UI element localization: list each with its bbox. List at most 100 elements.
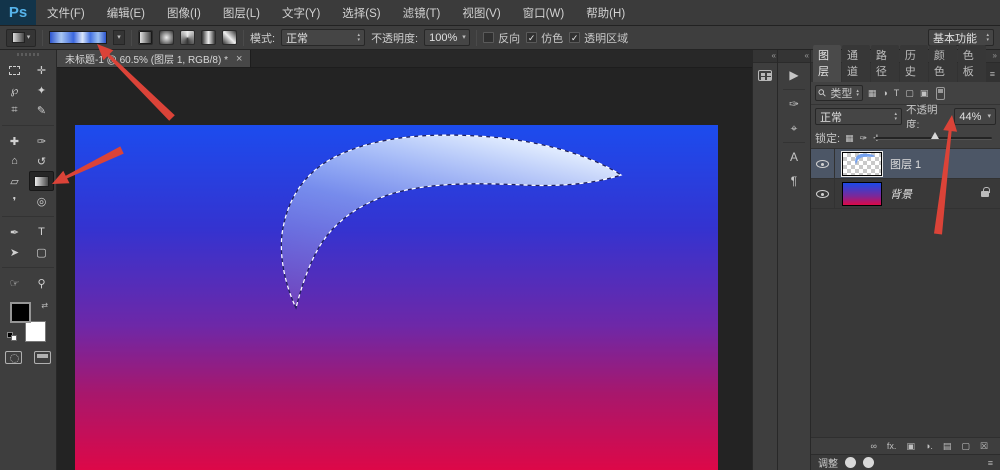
tab-color[interactable]: 颜色 bbox=[929, 45, 957, 82]
type-tool[interactable]: T bbox=[29, 222, 54, 242]
canvas[interactable] bbox=[75, 125, 718, 470]
menu-file[interactable]: 文件(F) bbox=[36, 0, 96, 25]
crop-tool[interactable]: ⌗ bbox=[2, 100, 27, 120]
reflected-gradient-button[interactable] bbox=[201, 30, 216, 45]
actions-panel-button[interactable]: ▶ bbox=[778, 63, 810, 87]
menu-filter[interactable]: 滤镜(T) bbox=[392, 0, 452, 25]
layer-row-background[interactable]: 背景 bbox=[811, 179, 1000, 209]
menu-help[interactable]: 帮助(H) bbox=[575, 0, 636, 25]
foreground-color-swatch[interactable] bbox=[10, 302, 31, 323]
mini-bridge-panel-button[interactable] bbox=[753, 63, 777, 87]
history-brush-tool[interactable]: ↺ bbox=[29, 151, 54, 171]
tab-swatches[interactable]: 色板 bbox=[958, 45, 986, 82]
brush-tool[interactable]: ✑ bbox=[29, 131, 54, 151]
delete-layer-icon[interactable]: ☒ bbox=[980, 441, 988, 452]
gradient-tool[interactable] bbox=[29, 171, 54, 191]
clone-source-panel-button[interactable]: ⌖ bbox=[778, 116, 810, 140]
filter-shape-layers-icon[interactable]: ▢ bbox=[905, 88, 914, 99]
character-icon: A bbox=[790, 150, 798, 164]
layer-thumbnail[interactable] bbox=[842, 182, 882, 206]
tab-channels[interactable]: 通道 bbox=[842, 45, 870, 82]
menu-window[interactable]: 窗口(W) bbox=[512, 0, 576, 25]
add-layer-mask-icon[interactable]: ▣ bbox=[906, 441, 915, 452]
filter-adjustment-layers-icon[interactable]: ◑ bbox=[882, 88, 887, 98]
layer-thumbnail[interactable] bbox=[842, 152, 882, 176]
new-group-icon[interactable]: ▤ bbox=[943, 441, 952, 452]
lock-transparent-pixels-icon[interactable]: ▦ bbox=[845, 133, 854, 144]
radial-gradient-button[interactable] bbox=[159, 30, 174, 45]
layer-name: 图层 1 bbox=[890, 156, 921, 172]
link-layers-icon[interactable]: ∞ bbox=[871, 441, 877, 451]
opacity-slider[interactable] bbox=[875, 137, 992, 140]
tool-preset-picker[interactable]: ▾ bbox=[6, 29, 36, 47]
quick-mask-button[interactable] bbox=[5, 351, 22, 364]
new-layer-icon[interactable]: ▢ bbox=[961, 441, 970, 452]
menu-select[interactable]: 选择(S) bbox=[331, 0, 391, 25]
hand-tool[interactable]: ☞ bbox=[2, 273, 27, 293]
visibility-cell[interactable] bbox=[811, 149, 835, 178]
move-tool[interactable]: ✛ bbox=[29, 60, 54, 80]
panel-menu-icon[interactable]: ≡ bbox=[988, 458, 993, 468]
rectangular-marquee-tool[interactable] bbox=[2, 60, 27, 80]
swap-colors-icon[interactable]: ⇄ bbox=[41, 301, 48, 310]
dodge-tool[interactable]: ◎ bbox=[29, 191, 54, 211]
blur-tool[interactable]: ❜ bbox=[2, 191, 27, 211]
opacity-slider-thumb[interactable] bbox=[931, 132, 939, 139]
tool-opacity-select[interactable]: 100% ▾ bbox=[424, 29, 470, 46]
close-icon[interactable]: × bbox=[236, 54, 242, 64]
eyedropper-tool[interactable]: ✎ bbox=[29, 100, 54, 120]
menu-type[interactable]: 文字(Y) bbox=[271, 0, 331, 25]
expand-dock-button[interactable]: « bbox=[753, 50, 777, 63]
layer-opacity-select[interactable]: 44% ▾ bbox=[954, 108, 996, 125]
layer-effects-icon[interactable]: fx. bbox=[887, 441, 897, 451]
adjustment-layer-icon[interactable]: ◑. bbox=[925, 441, 933, 451]
path-selection-tool[interactable]: ➤ bbox=[2, 242, 27, 262]
menu-view[interactable]: 视图(V) bbox=[451, 0, 511, 25]
shape-tool[interactable]: ▢ bbox=[29, 242, 54, 262]
lasso-tool[interactable]: ℘ bbox=[2, 80, 27, 100]
expand-dock-button[interactable]: « bbox=[778, 50, 810, 63]
menu-layer[interactable]: 图层(L) bbox=[212, 0, 271, 25]
angle-gradient-button[interactable] bbox=[180, 30, 195, 45]
reverse-checkbox[interactable]: 反向 bbox=[483, 30, 520, 46]
zoom-tool[interactable]: ⚲ bbox=[29, 273, 54, 293]
transparency-checkbox[interactable]: ✓ 透明区域 bbox=[569, 30, 628, 46]
brush-presets-panel-button[interactable]: ✑ bbox=[778, 92, 810, 116]
pen-tool[interactable]: ✒ bbox=[2, 222, 27, 242]
tab-layers[interactable]: 图层 bbox=[813, 45, 841, 82]
paragraph-panel-button[interactable]: ¶ bbox=[778, 169, 810, 193]
character-panel-button[interactable]: A bbox=[778, 145, 810, 169]
gradient-preview[interactable] bbox=[49, 31, 107, 44]
workspace-select[interactable]: 基本功能 ▴▾ bbox=[928, 29, 994, 46]
filter-pixel-layers-icon[interactable]: ▦ bbox=[868, 88, 877, 99]
document-tab[interactable]: 未标题-1 @ 60.5% (图层 1, RGB/8) * × bbox=[57, 50, 251, 67]
tab-paths[interactable]: 路径 bbox=[871, 45, 899, 82]
panel-grip[interactable] bbox=[17, 53, 39, 56]
tab-history[interactable]: 历史 bbox=[900, 45, 928, 82]
visibility-cell[interactable] bbox=[811, 179, 835, 208]
layer-row-layer1[interactable]: 图层 1 bbox=[811, 149, 1000, 179]
screen-mode-button[interactable] bbox=[34, 351, 51, 364]
panel-menu-icon[interactable]: ≡ bbox=[987, 69, 998, 82]
healing-brush-tool[interactable]: ✚ bbox=[2, 131, 27, 151]
clone-stamp-tool[interactable]: ⌂ bbox=[2, 151, 27, 171]
dither-checkbox[interactable]: ✓ 仿色 bbox=[526, 30, 563, 46]
linear-gradient-button[interactable] bbox=[138, 30, 153, 45]
adjustment-preset-icon[interactable] bbox=[845, 457, 856, 468]
filter-type-layers-icon[interactable]: T bbox=[894, 88, 900, 98]
blend-mode-select[interactable]: 正常 ▴▾ bbox=[281, 29, 365, 46]
menu-edit[interactable]: 编辑(E) bbox=[96, 0, 156, 25]
filter-toggle-switch[interactable] bbox=[936, 87, 945, 100]
eraser-tool[interactable]: ▱ bbox=[2, 171, 27, 191]
magic-wand-tool[interactable]: ✦ bbox=[29, 80, 54, 100]
adjustment-preset-icon[interactable] bbox=[863, 457, 874, 468]
filter-smart-objects-icon[interactable]: ▣ bbox=[920, 88, 929, 99]
lock-image-pixels-icon[interactable]: ✑ bbox=[860, 133, 868, 144]
menu-image[interactable]: 图像(I) bbox=[156, 0, 212, 25]
layer-blend-mode-select[interactable]: 正常 ▴▾ bbox=[815, 108, 902, 125]
filter-type-select[interactable]: ⚲ 类型 ▴▾ bbox=[815, 85, 863, 101]
default-colors-icon[interactable] bbox=[7, 332, 17, 341]
diamond-gradient-button[interactable] bbox=[222, 30, 237, 45]
gradient-picker-caret[interactable]: ▾ bbox=[113, 30, 125, 45]
background-color-swatch[interactable] bbox=[25, 321, 46, 342]
